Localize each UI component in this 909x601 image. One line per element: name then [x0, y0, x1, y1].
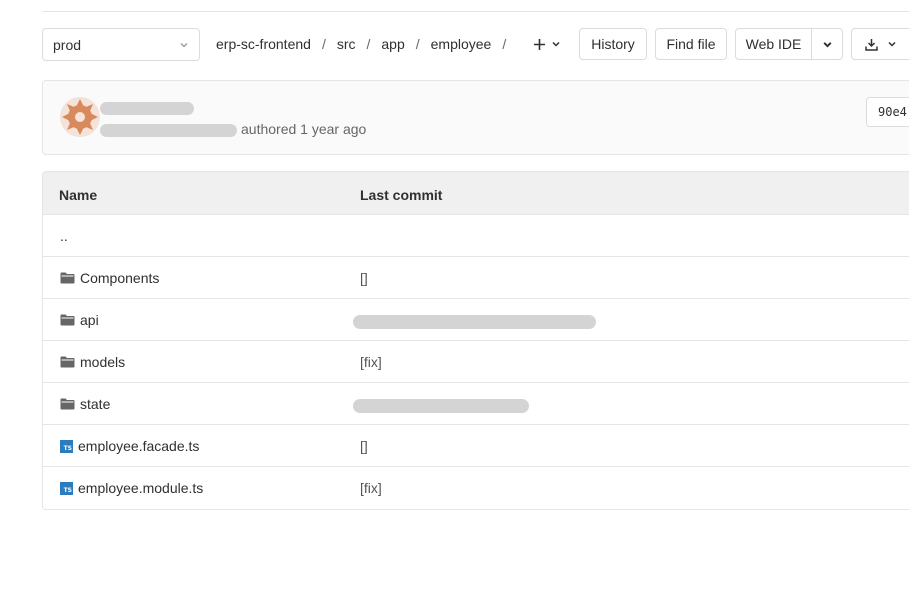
- find-file-button[interactable]: Find file: [655, 28, 727, 60]
- breadcrumb-employee[interactable]: employee: [431, 36, 492, 52]
- folder-icon: [60, 356, 75, 368]
- typescript-file-icon: TS: [60, 439, 73, 453]
- branch-select-value: prod: [53, 36, 82, 53]
- table-row[interactable]: TS employee.module.ts [fix]: [43, 467, 909, 509]
- file-link[interactable]: TS employee.facade.ts: [60, 438, 199, 454]
- table-row[interactable]: TS employee.facade.ts []: [43, 425, 909, 467]
- download-button[interactable]: [851, 28, 909, 60]
- commit-message[interactable]: []: [360, 270, 368, 286]
- top-divider: [42, 11, 909, 12]
- breadcrumb-separator: /: [321, 36, 326, 52]
- file-link[interactable]: state: [60, 396, 110, 412]
- breadcrumb-separator: /: [415, 36, 420, 52]
- file-name: state: [80, 396, 111, 412]
- file-tree-table: Name Last commit .. Components [] api mo…: [42, 171, 909, 510]
- avatar[interactable]: [60, 97, 100, 137]
- file-link[interactable]: api: [60, 312, 99, 328]
- breadcrumb-separator: /: [366, 36, 371, 52]
- commit-authored-text: authored 1 year ago: [241, 121, 367, 137]
- column-header-name: Name: [59, 187, 98, 203]
- commit-message[interactable]: [fix]: [360, 480, 382, 496]
- table-row[interactable]: api: [43, 299, 909, 341]
- download-icon: [865, 38, 878, 51]
- table-row[interactable]: Components []: [43, 257, 909, 299]
- table-row[interactable]: state: [43, 383, 909, 425]
- table-row[interactable]: models [fix]: [43, 341, 909, 383]
- file-name: models: [80, 354, 126, 370]
- table-header: Name Last commit: [43, 172, 909, 215]
- redacted-author-name: [100, 124, 237, 137]
- folder-icon: [60, 272, 75, 284]
- breadcrumb-repo[interactable]: erp-sc-frontend: [216, 36, 311, 52]
- history-button[interactable]: History: [579, 28, 647, 60]
- typescript-file-icon: TS: [60, 481, 73, 495]
- chevron-down-icon: [552, 41, 560, 47]
- breadcrumb: erp-sc-frontend / src / app / employee /: [216, 36, 561, 52]
- branch-select[interactable]: prod: [42, 28, 200, 61]
- commit-message[interactable]: [fix]: [360, 354, 382, 370]
- plus-icon: [534, 38, 546, 50]
- add-to-tree-dropdown[interactable]: [533, 38, 561, 51]
- chevron-down-icon: [888, 41, 896, 47]
- web-ide-button[interactable]: Web IDE: [735, 28, 812, 60]
- file-name: api: [80, 312, 99, 328]
- web-ide-dropdown-button[interactable]: [811, 28, 843, 60]
- file-link[interactable]: TS employee.module.ts: [60, 480, 203, 496]
- folder-icon: [60, 314, 75, 326]
- last-commit-panel: authored 1 year ago 90e4: [42, 80, 909, 155]
- file-link[interactable]: Components: [60, 270, 159, 286]
- breadcrumb-src[interactable]: src: [337, 36, 356, 52]
- chevron-down-icon: [180, 42, 188, 47]
- breadcrumb-app[interactable]: app: [381, 36, 404, 52]
- avatar-identicon: [60, 97, 100, 137]
- breadcrumb-separator: /: [502, 36, 507, 52]
- file-name: employee.facade.ts: [78, 438, 200, 454]
- file-link[interactable]: models: [60, 354, 125, 370]
- redacted-commit-message: [353, 315, 596, 329]
- table-row[interactable]: ..: [43, 215, 909, 257]
- commit-message[interactable]: []: [360, 438, 368, 454]
- chevron-down-icon: [822, 41, 832, 48]
- column-header-last-commit: Last commit: [360, 187, 443, 203]
- commit-sha[interactable]: 90e4: [866, 97, 909, 127]
- file-name: employee.module.ts: [78, 480, 204, 496]
- redacted-commit-message: [353, 399, 529, 413]
- file-name[interactable]: ..: [60, 228, 68, 244]
- file-name: Components: [80, 270, 160, 286]
- folder-icon: [60, 398, 75, 410]
- redacted-commit-title: [100, 102, 194, 115]
